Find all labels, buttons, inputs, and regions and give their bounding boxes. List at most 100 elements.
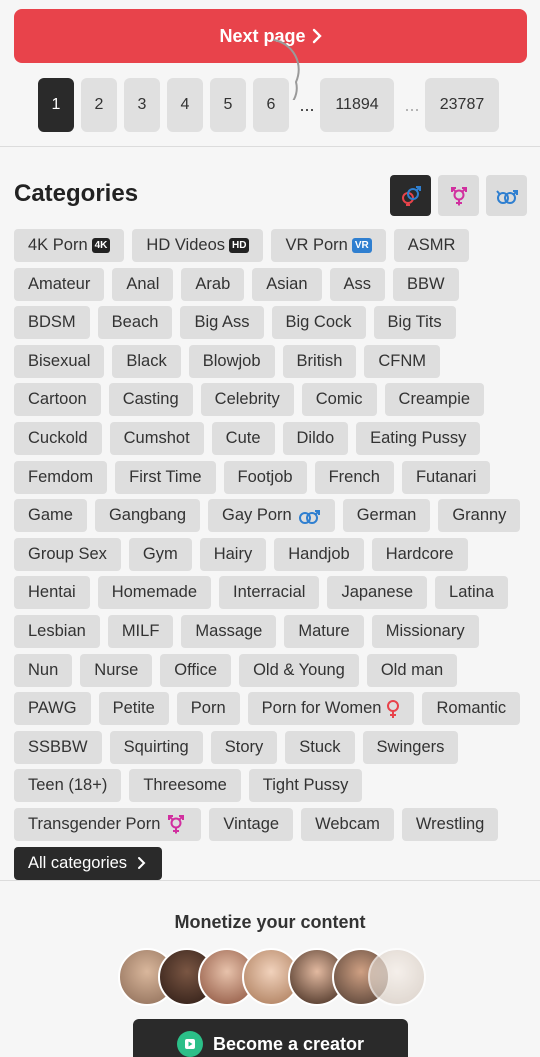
- category-tag[interactable]: Porn: [176, 692, 240, 726]
- category-tag[interactable]: British: [282, 344, 357, 378]
- category-tag[interactable]: Massage: [181, 614, 277, 648]
- category-label: Teen (18+): [28, 776, 108, 795]
- divider: [0, 880, 540, 881]
- category-tag[interactable]: Wrestling: [401, 807, 499, 841]
- filter-trans-button[interactable]: [438, 175, 479, 216]
- category-tag[interactable]: Asian: [252, 267, 322, 301]
- category-tag[interactable]: Group Sex: [14, 537, 121, 571]
- category-tag[interactable]: Old man: [366, 653, 458, 687]
- category-tag[interactable]: Arab: [181, 267, 245, 301]
- category-tag[interactable]: Black: [112, 344, 181, 378]
- category-tag[interactable]: Interracial: [219, 576, 320, 610]
- category-tag[interactable]: Big Cock: [271, 306, 366, 340]
- category-tag[interactable]: Beach: [97, 306, 173, 340]
- category-tag[interactable]: Nun: [14, 653, 73, 687]
- category-tag[interactable]: Webcam: [301, 807, 394, 841]
- filter-gay-button[interactable]: [486, 175, 527, 216]
- category-tag[interactable]: Stuck: [285, 730, 355, 764]
- category-tag[interactable]: Cumshot: [109, 421, 204, 455]
- page-button[interactable]: 6: [253, 78, 289, 132]
- category-tag[interactable]: MILF: [107, 614, 174, 648]
- category-tag[interactable]: Granny: [438, 499, 521, 533]
- category-tag[interactable]: Eating Pussy: [356, 421, 481, 455]
- category-tag[interactable]: Cartoon: [14, 383, 101, 417]
- category-tag[interactable]: Swingers: [362, 730, 459, 764]
- category-tag[interactable]: Dildo: [282, 421, 349, 455]
- category-tag[interactable]: Gangbang: [94, 499, 201, 533]
- category-tag[interactable]: SSBBW: [14, 730, 102, 764]
- category-tag[interactable]: Tight Pussy: [248, 769, 363, 803]
- category-tag[interactable]: Celebrity: [200, 383, 294, 417]
- category-tag[interactable]: Femdom: [14, 460, 108, 494]
- category-tag[interactable]: Hentai: [14, 576, 90, 610]
- category-tag[interactable]: Transgender Porn: [14, 807, 202, 841]
- category-tag[interactable]: 4K Porn 4K: [14, 229, 125, 262]
- category-tag[interactable]: VR Porn VR: [271, 229, 386, 262]
- category-tag[interactable]: Cuckold: [14, 421, 102, 455]
- category-tag[interactable]: Japanese: [327, 576, 428, 610]
- category-tag[interactable]: ASMR: [393, 229, 470, 262]
- category-label: Hentai: [28, 583, 76, 602]
- page-button[interactable]: 11894: [320, 78, 394, 132]
- category-tag[interactable]: Porn for Women: [247, 692, 415, 726]
- page-button[interactable]: 2: [81, 78, 117, 132]
- category-tag[interactable]: Gym: [128, 537, 192, 571]
- category-label: Cumshot: [123, 428, 190, 447]
- category-tag[interactable]: Old & Young: [239, 653, 359, 687]
- category-tag[interactable]: Mature: [284, 614, 364, 648]
- category-tag[interactable]: Ass: [329, 267, 386, 301]
- category-tag[interactable]: Lesbian: [14, 614, 100, 648]
- category-tag[interactable]: Big Ass: [180, 306, 264, 340]
- category-tag[interactable]: Hardcore: [371, 537, 468, 571]
- category-tag[interactable]: Handjob: [274, 537, 364, 571]
- category-tag[interactable]: Petite: [98, 692, 169, 726]
- page-button[interactable]: 3: [124, 78, 160, 132]
- category-tag[interactable]: Hairy: [199, 537, 267, 571]
- chevron-right-icon: [312, 28, 322, 44]
- category-tag[interactable]: Homemade: [97, 576, 211, 610]
- category-tag[interactable]: Missionary: [371, 614, 479, 648]
- category-tag[interactable]: Bisexual: [14, 344, 105, 378]
- category-tag[interactable]: Anal: [112, 267, 174, 301]
- become-creator-button[interactable]: Become a creator: [133, 1019, 408, 1057]
- category-tag[interactable]: HD Videos HD: [132, 229, 264, 262]
- category-tag[interactable]: Creampie: [384, 383, 485, 417]
- category-tag[interactable]: Footjob: [223, 460, 307, 494]
- all-categories-button[interactable]: All categories: [14, 846, 163, 880]
- category-tag[interactable]: German: [342, 499, 431, 533]
- category-tag[interactable]: Nurse: [80, 653, 153, 687]
- category-tag[interactable]: CFNM: [364, 344, 441, 378]
- category-label: Gay Porn: [222, 506, 292, 525]
- quality-badge: HD: [229, 238, 250, 253]
- category-tag[interactable]: Comic: [301, 383, 377, 417]
- category-tag[interactable]: BBW: [393, 267, 459, 301]
- page-button[interactable]: 1: [38, 78, 74, 132]
- category-tag[interactable]: Latina: [435, 576, 508, 610]
- category-tag[interactable]: Teen (18+): [14, 769, 122, 803]
- category-tag[interactable]: Futanari: [401, 460, 491, 494]
- category-tag[interactable]: PAWG: [14, 692, 91, 726]
- category-tag[interactable]: Cute: [211, 421, 275, 455]
- category-tag[interactable]: Vintage: [209, 807, 294, 841]
- category-tag[interactable]: Story: [210, 730, 278, 764]
- category-tag[interactable]: Threesome: [129, 769, 241, 803]
- category-tag[interactable]: First Time: [115, 460, 216, 494]
- page-button[interactable]: 5: [210, 78, 246, 132]
- category-tag[interactable]: Casting: [108, 383, 193, 417]
- category-tag[interactable]: Game: [14, 499, 87, 533]
- category-label: French: [328, 467, 380, 486]
- category-tag[interactable]: Amateur: [14, 267, 105, 301]
- category-tag[interactable]: Squirting: [109, 730, 203, 764]
- last-page-button[interactable]: 23787: [425, 78, 499, 132]
- category-tag[interactable]: Big Tits: [373, 306, 456, 340]
- page-button[interactable]: 4: [167, 78, 203, 132]
- category-label: Gangbang: [108, 506, 187, 525]
- category-tag[interactable]: Romantic: [422, 692, 521, 726]
- category-tag[interactable]: French: [314, 460, 394, 494]
- category-tag[interactable]: BDSM: [14, 306, 90, 340]
- category-tag[interactable]: Blowjob: [188, 344, 275, 378]
- category-tag[interactable]: Office: [160, 653, 232, 687]
- category-label: Group Sex: [28, 544, 107, 563]
- category-tag[interactable]: Gay Porn: [208, 499, 335, 533]
- filter-straight-button[interactable]: [390, 175, 431, 216]
